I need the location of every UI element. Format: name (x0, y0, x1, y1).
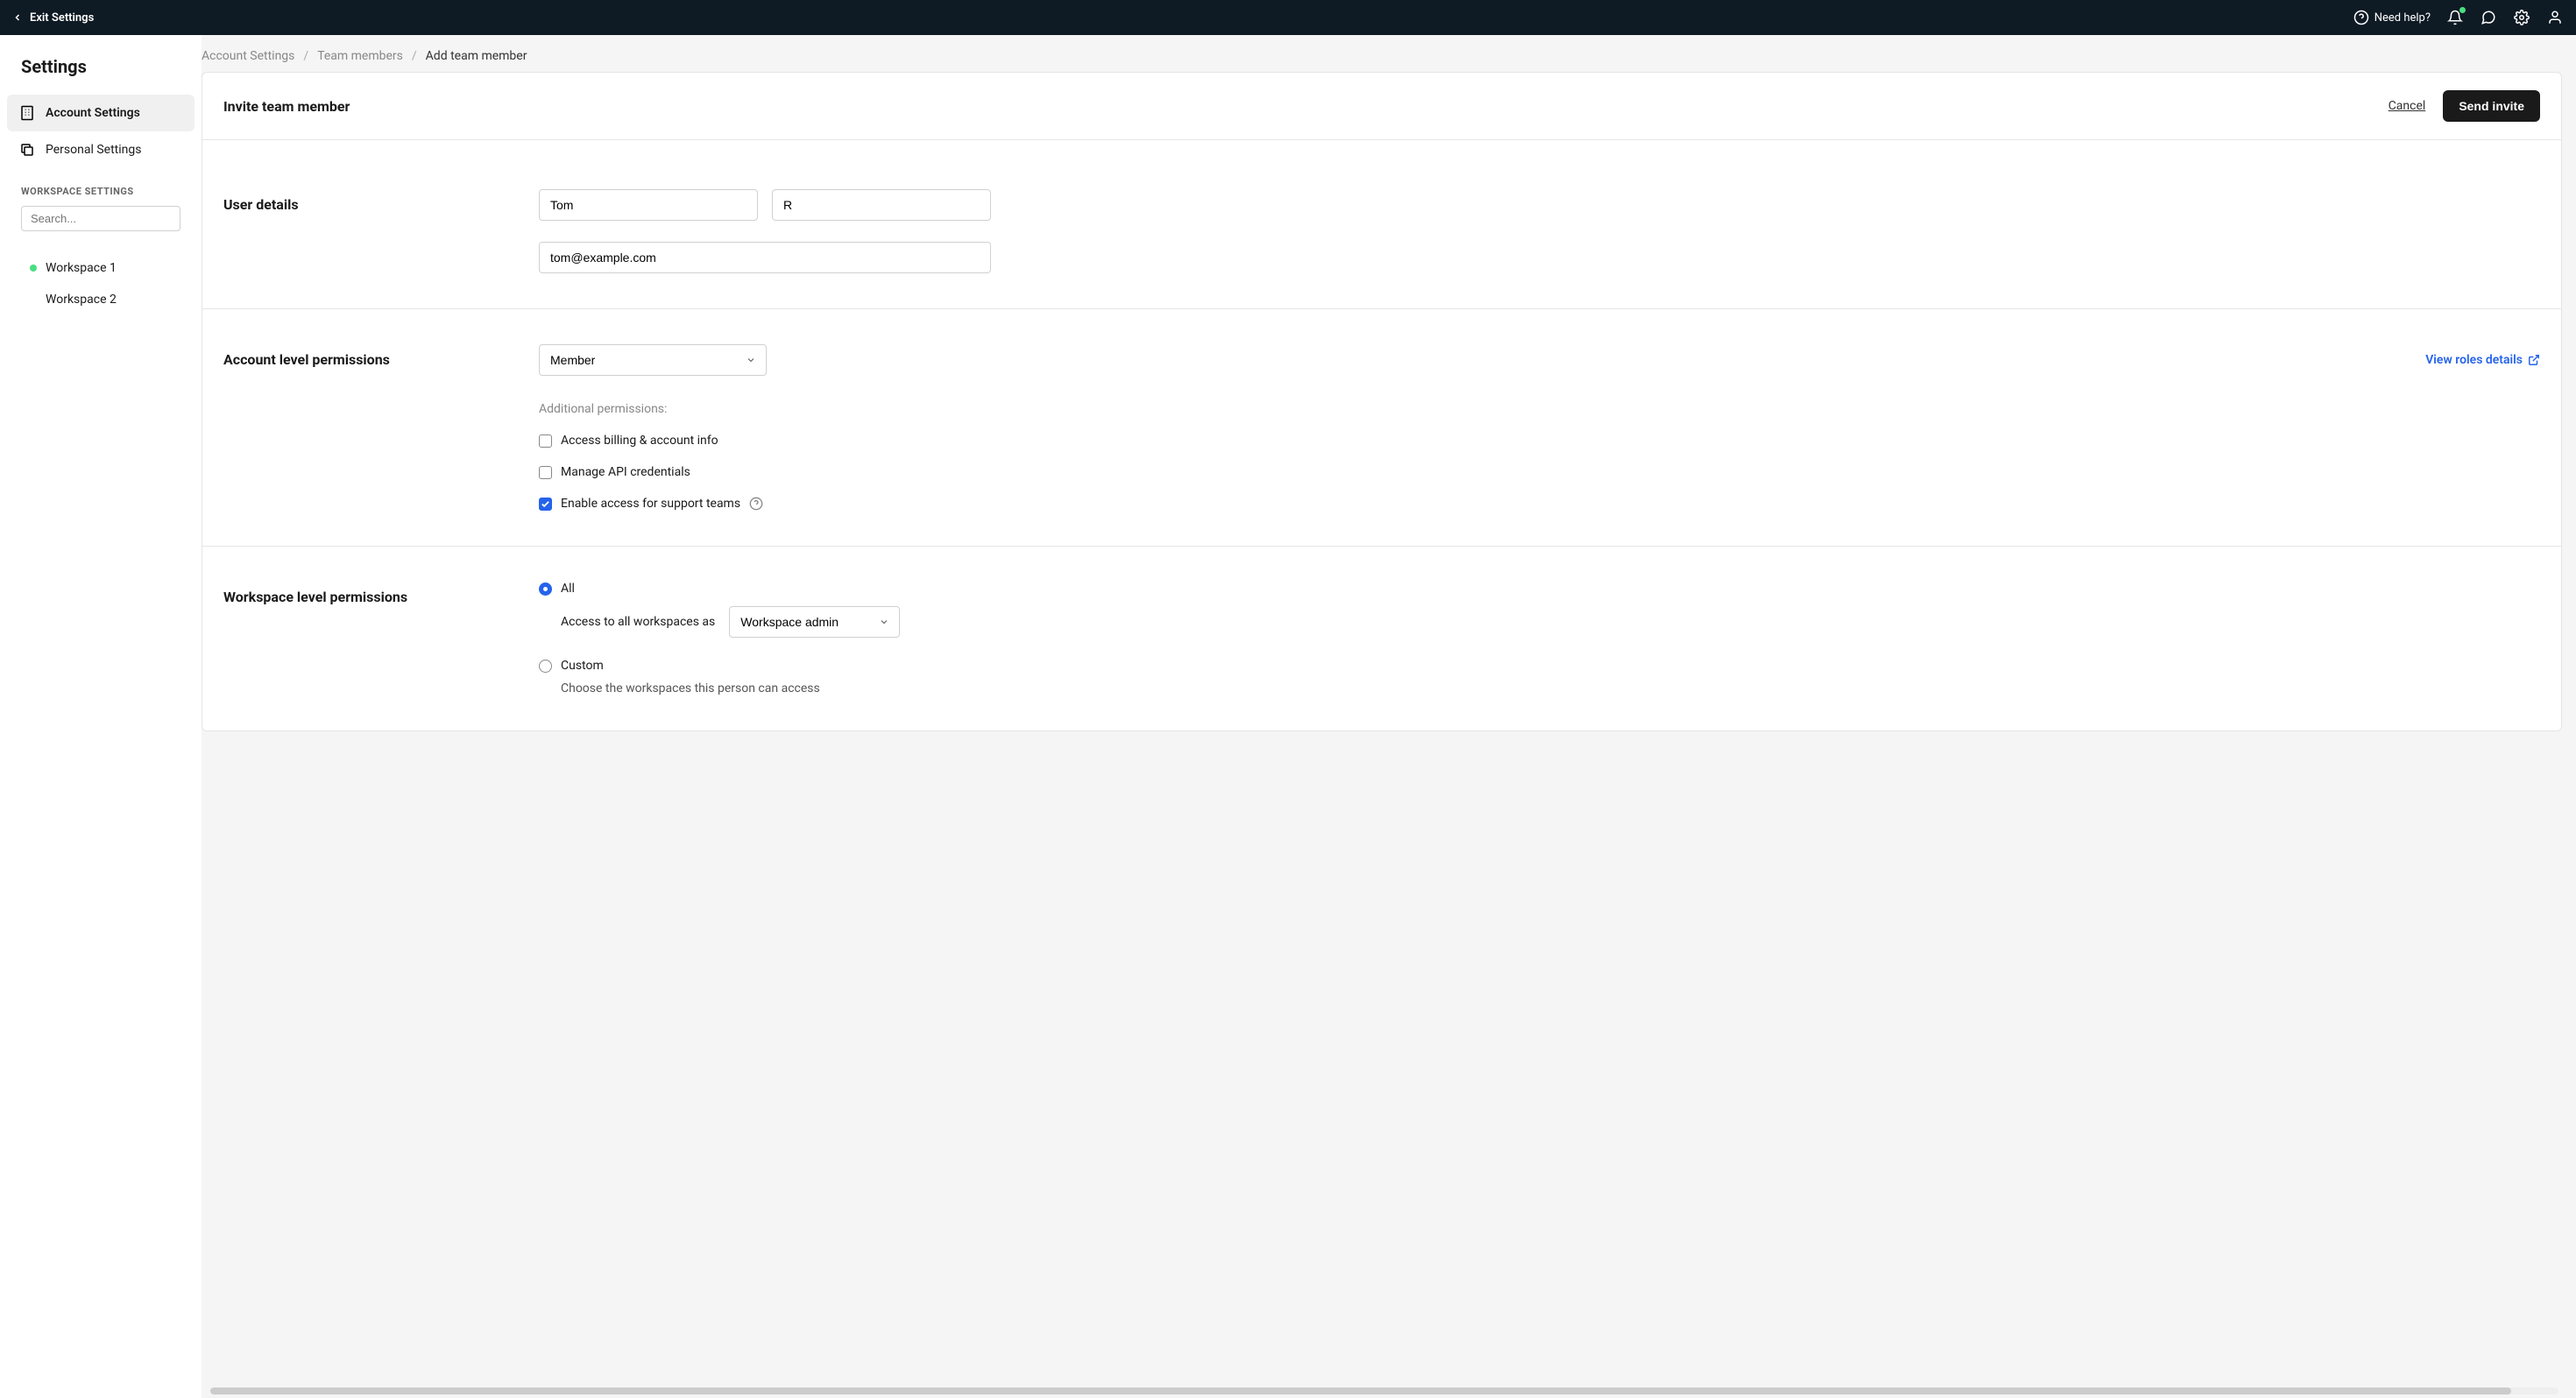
workspace-2-label: Workspace 2 (46, 293, 117, 307)
need-help-label: Need help? (2374, 11, 2431, 25)
invite-card: Invite team member Cancel Send invite Us… (202, 72, 2562, 731)
horizontal-scrollbar[interactable] (210, 1387, 2558, 1394)
all-workspaces-radio[interactable] (539, 582, 552, 596)
exit-settings-label: Exit Settings (30, 11, 94, 25)
profile-button[interactable] (2546, 9, 2564, 26)
nav-personal-settings[interactable]: Personal Settings (7, 131, 195, 168)
exit-settings-link[interactable]: Exit Settings (12, 11, 94, 25)
workspace-item-2[interactable]: Workspace 2 (7, 284, 195, 315)
workspace-role-select[interactable]: Workspace admin (729, 606, 900, 638)
first-name-input[interactable] (539, 189, 758, 221)
billing-checkbox[interactable] (539, 434, 552, 448)
main-content: Account Settings / Team members / Add te… (202, 35, 2576, 1398)
custom-workspaces-desc: Choose the workspaces this person can ac… (561, 681, 2540, 695)
nav-personal-label: Personal Settings (46, 143, 141, 157)
cancel-button[interactable]: Cancel (2388, 99, 2426, 113)
need-help-link[interactable]: Need help? (2353, 10, 2431, 25)
user-icon (2547, 10, 2563, 25)
info-icon[interactable] (749, 497, 763, 511)
building-icon (19, 105, 35, 121)
scrollbar-thumb[interactable] (210, 1387, 2511, 1394)
last-name-input[interactable] (772, 189, 991, 221)
settings-button[interactable] (2513, 9, 2530, 26)
breadcrumb: Account Settings / Team members / Add te… (202, 49, 2562, 72)
account-permissions-label: Account level permissions (223, 344, 521, 511)
sidebar-title: Settings (7, 56, 195, 77)
nav-account-settings[interactable]: Account Settings (7, 95, 195, 131)
notification-indicator (2459, 7, 2466, 13)
copy-icon (19, 142, 35, 158)
gear-icon (2514, 10, 2530, 25)
nav-account-label: Account Settings (46, 106, 140, 120)
api-credentials-checkbox[interactable] (539, 466, 552, 479)
notifications-button[interactable] (2446, 9, 2464, 26)
email-input[interactable] (539, 242, 991, 273)
chevron-left-icon (12, 12, 23, 23)
settings-sidebar: Settings Account Settings Personal Setti… (0, 35, 202, 1398)
chat-icon (2480, 10, 2496, 25)
active-dot-icon (30, 265, 37, 272)
breadcrumb-add-team-member: Add team member (426, 49, 527, 63)
workspace-item-1[interactable]: Workspace 1 (7, 252, 195, 284)
workspace-permissions-label: Workspace level permissions (223, 582, 521, 695)
support-access-checkbox-label: Enable access for support teams (561, 497, 740, 511)
help-circle-icon (2353, 10, 2369, 25)
breadcrumb-account-settings[interactable]: Account Settings (202, 49, 294, 63)
send-invite-button[interactable]: Send invite (2443, 90, 2540, 122)
support-access-checkbox[interactable] (539, 498, 552, 511)
view-roles-details-link[interactable]: View roles details (2425, 353, 2540, 367)
all-workspaces-desc: Access to all workspaces as (561, 615, 715, 629)
additional-permissions-label: Additional permissions: (539, 402, 2540, 416)
custom-workspaces-label: Custom (561, 659, 604, 673)
role-select[interactable]: Member (539, 344, 767, 376)
check-icon (541, 499, 550, 509)
breadcrumb-team-members[interactable]: Team members (317, 49, 403, 63)
user-details-label: User details (223, 189, 521, 273)
workspace-settings-header: WORKSPACE SETTINGS (7, 168, 195, 206)
chat-button[interactable] (2480, 9, 2497, 26)
api-credentials-checkbox-label: Manage API credentials (561, 465, 690, 479)
external-link-icon (2528, 354, 2540, 366)
workspace-1-label: Workspace 1 (46, 261, 117, 275)
page-title: Invite team member (223, 98, 350, 115)
all-workspaces-label: All (561, 582, 575, 596)
workspace-search-input[interactable] (21, 206, 180, 231)
custom-workspaces-radio[interactable] (539, 660, 552, 673)
billing-checkbox-label: Access billing & account info (561, 434, 718, 448)
